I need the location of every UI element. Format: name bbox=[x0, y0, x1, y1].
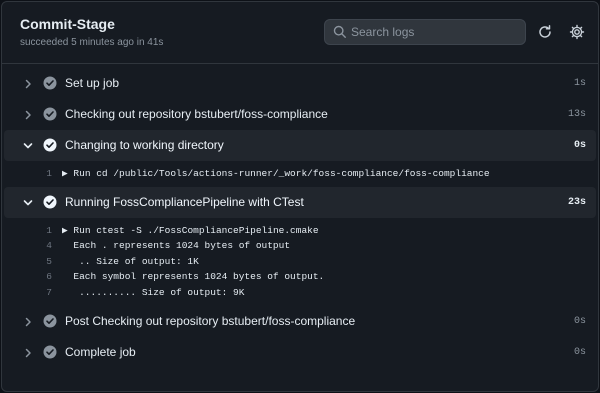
chevron-down-icon bbox=[23, 143, 33, 149]
chevron-right-icon bbox=[25, 110, 31, 120]
check-circle-icon bbox=[43, 195, 57, 209]
step-duration: 0s bbox=[573, 346, 586, 358]
step-row[interactable]: Post Checking out repository bstubert/fo… bbox=[4, 306, 596, 337]
job-log-panel: Commit-Stage succeeded 5 minutes ago in … bbox=[1, 1, 599, 392]
step-label: Complete job bbox=[65, 344, 136, 359]
step-duration: 1s bbox=[573, 78, 586, 89]
log-line-text: .. Size of output: 1K bbox=[62, 255, 199, 267]
log-line-number[interactable]: 6 bbox=[32, 271, 52, 282]
step-log: 1 ▶ Run cd /public/Tools/actions-runner/_… bbox=[2, 161, 598, 187]
log-line: 5 .. Size of output: 1K bbox=[2, 255, 598, 271]
log-line: 7 .......... Size of output: 9K bbox=[2, 286, 598, 302]
check-circle-icon bbox=[43, 138, 57, 152]
log-line-text: ▶ Run cd /public/Tools/actions-runner/_w… bbox=[62, 168, 490, 179]
log-line: 1 ▶ Run cd /public/Tools/actions-runner/_… bbox=[2, 167, 598, 183]
job-header: Commit-Stage succeeded 5 minutes ago in … bbox=[2, 2, 598, 64]
step-duration: 0s bbox=[573, 315, 586, 327]
refresh-icon[interactable] bbox=[537, 24, 553, 40]
chevron-right-icon bbox=[25, 348, 31, 357]
step-duration: 23s bbox=[567, 196, 586, 208]
chevron-right-icon bbox=[25, 317, 31, 326]
step-row[interactable]: Running FossCompliancePipeline with CTes… bbox=[4, 186, 596, 218]
job-title: Commit-Stage bbox=[20, 16, 115, 32]
step-row[interactable]: Set up job 1s bbox=[4, 68, 596, 99]
log-line: 4 Each . represents 1024 bytes of output bbox=[2, 239, 598, 255]
step-label: Post Checking out repository bstubert/fo… bbox=[65, 313, 356, 328]
step-label: Changing to working directory bbox=[65, 138, 224, 152]
job-status-text: succeeded 5 minutes ago in 41s bbox=[20, 37, 164, 48]
log-line-number[interactable]: 4 bbox=[32, 240, 52, 251]
chevron-down-icon bbox=[23, 199, 33, 205]
log-line-number[interactable]: 7 bbox=[32, 287, 52, 298]
check-circle-icon bbox=[43, 345, 57, 359]
step-label: Running FossCompliancePipeline with CTes… bbox=[65, 194, 304, 209]
step-duration: 0s bbox=[573, 140, 586, 151]
log-line-number[interactable]: 1 bbox=[32, 168, 52, 179]
search-logs-box[interactable] bbox=[324, 19, 526, 45]
check-circle-icon bbox=[43, 314, 57, 328]
search-logs-input[interactable] bbox=[351, 22, 521, 42]
log-line: 1 ▶ Run ctest -S ./FossCompliancePipeline… bbox=[2, 224, 598, 240]
step-duration: 13s bbox=[567, 109, 586, 120]
gear-icon[interactable] bbox=[569, 24, 585, 40]
step-label: Set up job bbox=[65, 76, 120, 90]
step-log: 1 ▶ Run ctest -S ./FossCompliancePipeline… bbox=[2, 218, 598, 306]
step-row[interactable]: Changing to working directory 0s bbox=[4, 130, 596, 161]
chevron-right-icon bbox=[25, 79, 31, 89]
check-circle-icon bbox=[43, 107, 57, 121]
check-circle-icon bbox=[43, 76, 57, 90]
steps-list: Set up job 1s Checking out repository bstu… bbox=[2, 64, 598, 368]
log-line-text: .......... Size of output: 9K bbox=[62, 286, 245, 298]
log-line-number[interactable]: 1 bbox=[32, 225, 52, 236]
step-row[interactable]: Checking out repository bstubert/foss-co… bbox=[4, 99, 596, 130]
log-line: 6 Each symbol represents 1024 bytes of o… bbox=[2, 270, 598, 286]
search-icon bbox=[333, 25, 346, 38]
log-line-text: Each . represents 1024 bytes of output bbox=[62, 240, 291, 252]
log-line-text: Each symbol represents 1024 bytes of out… bbox=[62, 271, 325, 283]
step-row[interactable]: Complete job 0s bbox=[4, 337, 596, 368]
step-label: Checking out repository bstubert/foss-co… bbox=[65, 107, 328, 121]
log-line-number[interactable]: 5 bbox=[32, 256, 52, 267]
log-line-text: ▶ Run ctest -S ./FossCompliancePipeline.… bbox=[62, 224, 319, 236]
